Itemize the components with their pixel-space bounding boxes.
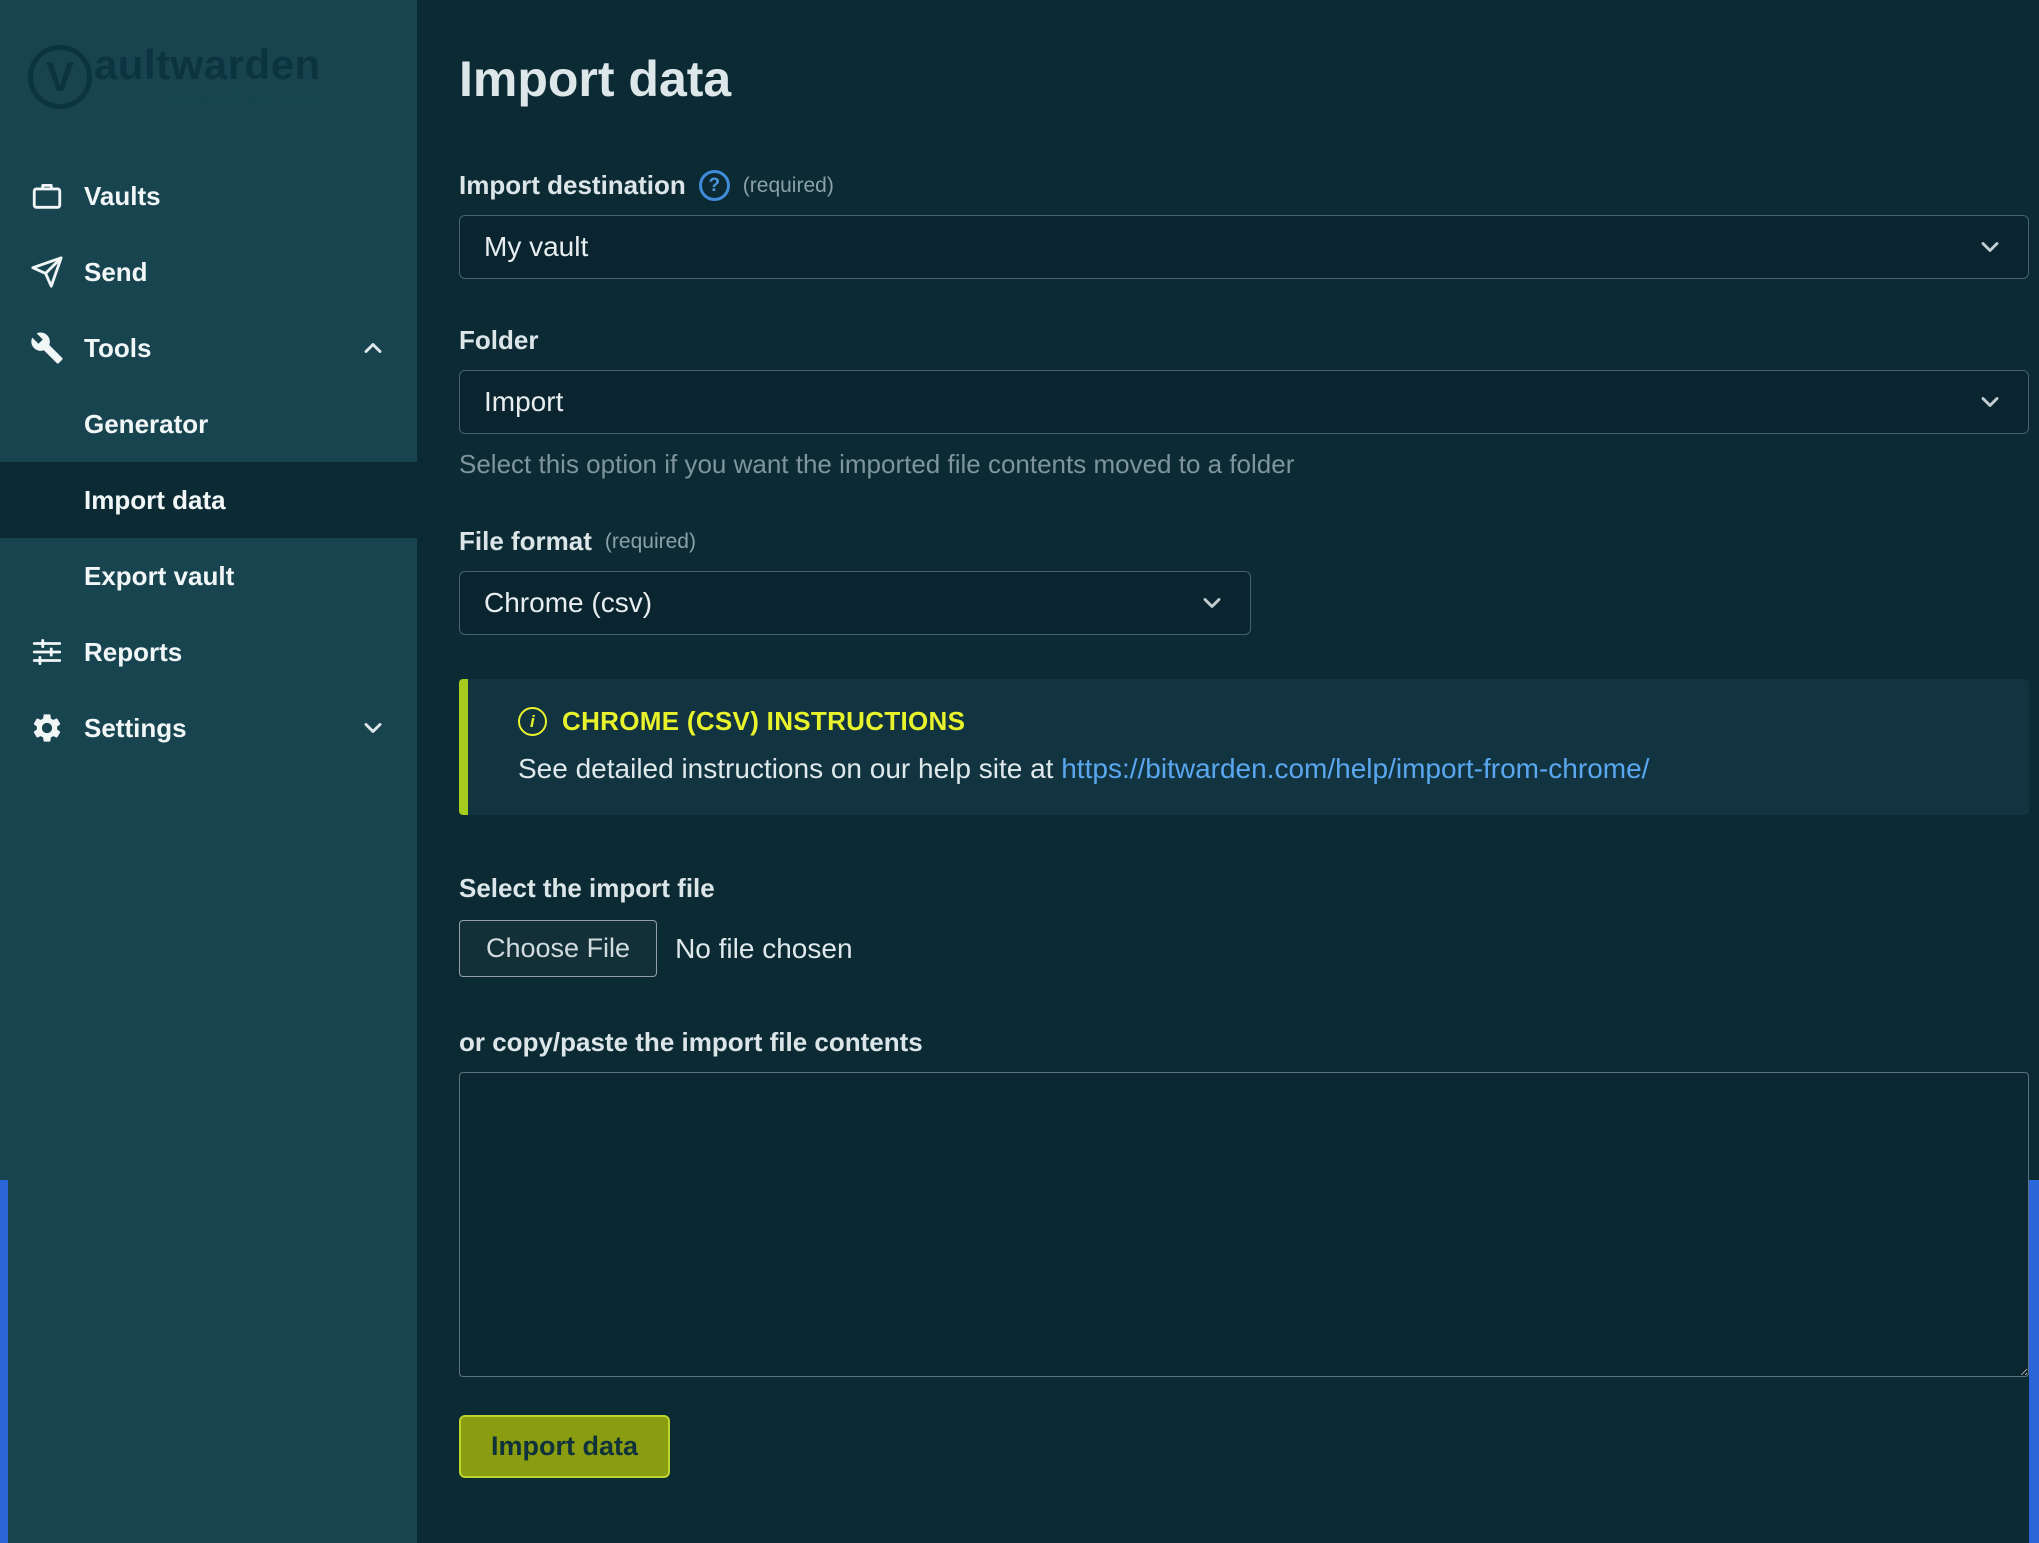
sidebar-item-import-data[interactable]: Import data	[0, 462, 417, 538]
instructions-callout: i CHROME (CSV) INSTRUCTIONS See detailed…	[459, 679, 2029, 815]
file-select-group: Select the import file Choose File No fi…	[459, 873, 2029, 977]
app-window: V aultwarden Password Manager Vaults	[0, 0, 2039, 1543]
sidebar-item-generator[interactable]: Generator	[0, 386, 417, 462]
callout-text: See detailed instructions on our help si…	[518, 753, 1999, 785]
choose-file-button[interactable]: Choose File	[459, 920, 657, 977]
file-format-label-row: File format (required)	[459, 526, 2029, 557]
vaultwarden-logo-icon: V	[28, 45, 92, 109]
required-badge: (required)	[605, 530, 696, 554]
required-badge: (required)	[743, 174, 834, 198]
sidebar-nav: Vaults Send Tools	[0, 158, 417, 766]
help-link[interactable]: https://bitwarden.com/help/import-from-c…	[1061, 753, 1649, 784]
logo-text: aultwarden Password Manager	[94, 44, 321, 110]
scrollbar-thumb-left[interactable]	[0, 1180, 8, 1543]
import-destination-select[interactable]: My vault	[459, 215, 2029, 279]
select-value: Chrome (csv)	[484, 587, 652, 619]
sidebar-item-label: Export vault	[84, 561, 234, 592]
import-data-button[interactable]: Import data	[459, 1415, 670, 1478]
folder-label-row: Folder	[459, 325, 2029, 356]
logo-wordmark: aultwarden	[94, 44, 321, 86]
folder-group: Folder Import Select this option if you …	[459, 325, 2029, 480]
paste-label: or copy/paste the import file contents	[459, 1027, 923, 1058]
sidebar-item-label: Settings	[84, 713, 187, 744]
vaultwarden-logo[interactable]: V aultwarden Password Manager	[0, 44, 417, 110]
callout-title: CHROME (CSV) INSTRUCTIONS	[562, 706, 965, 737]
import-destination-label: Import destination	[459, 170, 686, 201]
chevron-up-icon	[359, 334, 387, 362]
paste-group: or copy/paste the import file contents	[459, 1027, 2029, 1377]
folder-label: Folder	[459, 325, 538, 356]
paste-label-row: or copy/paste the import file contents	[459, 1027, 2029, 1058]
import-contents-textarea[interactable]	[459, 1072, 2029, 1377]
sidebar: V aultwarden Password Manager Vaults	[0, 0, 417, 1543]
file-format-select[interactable]: Chrome (csv)	[459, 571, 1251, 635]
sidebar-item-send[interactable]: Send	[0, 234, 417, 310]
file-format-group: File format (required) Chrome (csv)	[459, 526, 2029, 635]
file-status: No file chosen	[675, 933, 852, 965]
file-input[interactable]: Choose File No file chosen	[459, 920, 2029, 977]
file-select-label: Select the import file	[459, 873, 715, 904]
chevron-down-icon	[1198, 589, 1226, 617]
logo-initial: V	[46, 53, 74, 101]
sidebar-item-export-vault[interactable]: Export vault	[0, 538, 417, 614]
scrollbar-thumb-right[interactable]	[2029, 1180, 2039, 1543]
chevron-down-icon	[1976, 233, 2004, 261]
help-icon[interactable]: ?	[699, 170, 730, 201]
file-format-label: File format	[459, 526, 592, 557]
sidebar-item-label: Vaults	[84, 181, 161, 212]
sidebar-item-tools[interactable]: Tools	[0, 310, 417, 386]
sidebar-item-label: Send	[84, 257, 148, 288]
callout-title-row: i CHROME (CSV) INSTRUCTIONS	[518, 706, 1999, 737]
reports-icon	[30, 635, 64, 669]
chevron-down-icon	[359, 714, 387, 742]
sidebar-item-label: Reports	[84, 637, 182, 668]
sidebar-item-settings[interactable]: Settings	[0, 690, 417, 766]
import-destination-group: Import destination ? (required) My vault	[459, 170, 2029, 279]
send-icon	[30, 255, 64, 289]
vault-icon	[30, 179, 64, 213]
select-value: My vault	[484, 231, 588, 263]
settings-icon	[30, 711, 64, 745]
info-icon: i	[518, 707, 547, 736]
chevron-down-icon	[1976, 388, 2004, 416]
logo-subtitle: Password Manager	[94, 88, 321, 110]
folder-hint: Select this option if you want the impor…	[459, 449, 2029, 480]
sidebar-item-reports[interactable]: Reports	[0, 614, 417, 690]
callout-body: See detailed instructions on our help si…	[518, 753, 1053, 784]
file-select-label-row: Select the import file	[459, 873, 2029, 904]
sidebar-item-label: Import data	[84, 485, 226, 516]
select-value: Import	[484, 386, 563, 418]
import-destination-label-row: Import destination ? (required)	[459, 170, 2029, 201]
sidebar-item-label: Generator	[84, 409, 208, 440]
main-content: Import data Import destination ? (requir…	[417, 0, 2039, 1543]
page-title: Import data	[459, 50, 2029, 108]
tools-icon	[30, 331, 64, 365]
sidebar-item-vaults[interactable]: Vaults	[0, 158, 417, 234]
sidebar-item-label: Tools	[84, 333, 151, 364]
folder-select[interactable]: Import	[459, 370, 2029, 434]
